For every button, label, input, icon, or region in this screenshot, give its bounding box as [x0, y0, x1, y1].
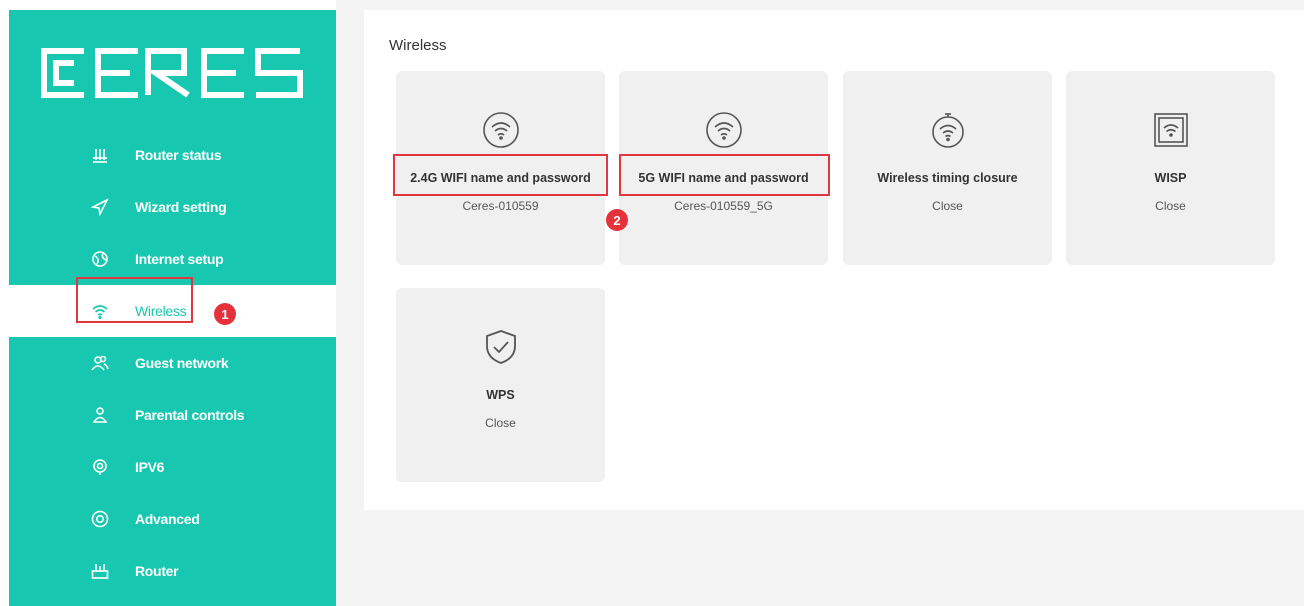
card-value: Ceres-010559 — [462, 199, 539, 213]
sidebar-item-router[interactable]: Router — [9, 545, 336, 597]
sidebar-item-label: Wizard setting — [135, 199, 227, 215]
page-title: Wireless — [389, 37, 447, 54]
card-wisp[interactable]: WISP Close — [1066, 71, 1275, 265]
brand-logo — [38, 43, 306, 103]
card-value: Close — [485, 416, 516, 430]
wifi-icon — [705, 111, 743, 149]
card-wireless-timing-closure[interactable]: Wireless timing closure Close — [843, 71, 1052, 265]
wizard-icon — [89, 196, 111, 218]
wisp-icon — [1152, 111, 1190, 149]
sidebar-item-advanced[interactable]: Advanced — [9, 493, 336, 545]
page: Router status Wizard setting Internet se… — [0, 0, 1304, 606]
card-wps[interactable]: WPS Close — [396, 288, 605, 482]
router-icon — [89, 560, 111, 582]
card-5g-wifi[interactable]: 5G WIFI name and password Ceres-010559_5… — [619, 71, 828, 265]
card-title: 5G WIFI name and password — [638, 171, 809, 185]
sidebar-item-ipv6[interactable]: IPV6 — [9, 441, 336, 493]
sidebar-item-label: Guest network — [135, 355, 229, 371]
step-badge-1: 1 — [214, 303, 236, 325]
card-title: 2.4G WIFI name and password — [410, 171, 591, 185]
sidebar-item-label: Advanced — [135, 511, 200, 527]
card-title: WISP — [1154, 171, 1187, 185]
sidebar: Router status Wizard setting Internet se… — [9, 10, 336, 606]
card-value: Close — [932, 199, 963, 213]
internet-icon — [89, 248, 111, 270]
ipv6-icon — [89, 456, 111, 478]
card-24g-wifi[interactable]: 2.4G WIFI name and password Ceres-010559 — [396, 71, 605, 265]
sidebar-item-label: Router — [135, 563, 179, 579]
sidebar-item-label: Wireless — [135, 303, 187, 319]
wifi-timer-icon — [929, 111, 967, 149]
sidebar-item-wizard-setting[interactable]: Wizard setting — [9, 181, 336, 233]
card-value: Ceres-010559_5G — [674, 199, 773, 213]
wifi-icon — [482, 111, 520, 149]
card-title: Wireless timing closure — [877, 171, 1018, 185]
sidebar-item-wireless[interactable]: Wireless — [9, 285, 336, 337]
sidebar-item-router-status[interactable]: Router status — [9, 129, 336, 181]
step-badge-2: 2 — [606, 209, 628, 231]
wifi-icon — [89, 300, 111, 322]
sidebar-item-label: IPV6 — [135, 459, 165, 475]
sidebar-item-label: Parental controls — [135, 407, 245, 423]
sidebar-item-guest-network[interactable]: Guest network — [9, 337, 336, 389]
sidebar-item-internet-setup[interactable]: Internet setup — [9, 233, 336, 285]
shield-check-icon — [482, 328, 520, 366]
advanced-icon — [89, 508, 111, 530]
guest-icon — [89, 352, 111, 374]
parental-icon — [89, 404, 111, 426]
card-value: Close — [1155, 199, 1186, 213]
sidebar-item-parental-controls[interactable]: Parental controls — [9, 389, 336, 441]
sidebar-item-label: Internet setup — [135, 251, 224, 267]
sidebar-item-label: Router status — [135, 147, 222, 163]
card-title: WPS — [486, 388, 515, 402]
router-status-icon — [89, 144, 111, 166]
